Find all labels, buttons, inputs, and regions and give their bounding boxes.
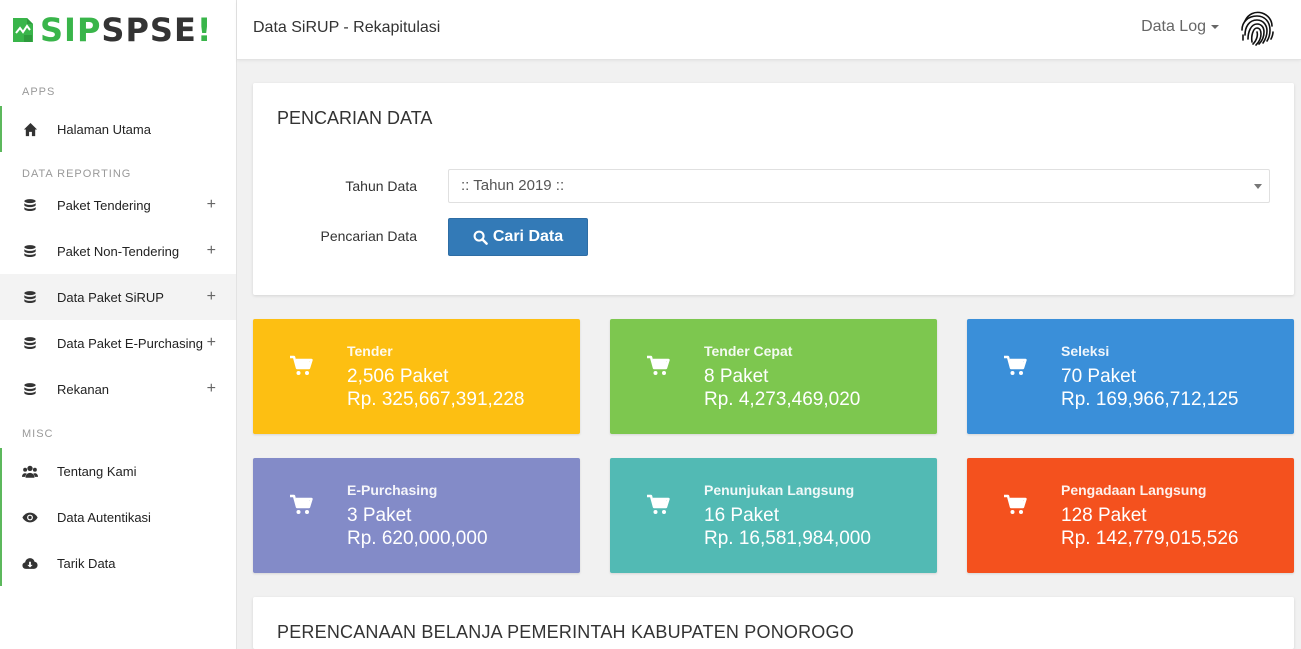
database-icon <box>22 243 38 259</box>
brand-spse: SPSE <box>101 11 197 49</box>
tile-title: Pengadaan Langsung <box>1061 482 1207 498</box>
data-log-label: Data Log <box>1141 18 1206 35</box>
cloud-download-icon <box>22 555 38 571</box>
tile-penunjukan-langsung[interactable]: Penunjukan Langsung 16 Paket Rp. 16,581,… <box>610 458 937 573</box>
brand-logo[interactable]: SIPSPSE! <box>0 0 236 60</box>
sidebar-item-label: Paket Tendering <box>57 197 151 213</box>
caret-down-icon <box>1211 24 1219 29</box>
section-label-apps: APPS <box>22 86 56 98</box>
tile-amount: Rp. 169,966,712,125 <box>1061 389 1239 410</box>
sidebar-item-paket-tendering[interactable]: Paket Tendering + <box>0 182 236 228</box>
sidebar-item-label: Data Paket SiRUP <box>57 289 164 305</box>
sidebar-item-label: Halaman Utama <box>57 121 151 137</box>
cart-icon <box>1004 494 1027 514</box>
sidebar-item-label: Data Paket E-Purchasing <box>57 335 203 351</box>
tile-amount: Rp. 4,273,469,020 <box>704 389 861 410</box>
tile-pengadaan-langsung[interactable]: Pengadaan Langsung 128 Paket Rp. 142,779… <box>967 458 1294 573</box>
database-icon <box>22 381 38 397</box>
tile-paket-count: 16 Paket <box>704 505 779 526</box>
database-icon <box>22 197 38 213</box>
tile-amount: Rp. 142,779,015,526 <box>1061 528 1239 549</box>
year-select-value: :: Tahun 2019 :: <box>461 177 565 194</box>
tile-title: Tender <box>347 343 393 359</box>
search-icon <box>473 230 488 245</box>
sidebar-item-halaman-utama[interactable]: Halaman Utama <box>0 106 236 152</box>
cart-icon <box>647 355 670 375</box>
database-icon <box>22 289 38 305</box>
sidebar-item-paket-non-tendering[interactable]: Paket Non-Tendering + <box>0 228 236 274</box>
sidebar-item-tarik-data[interactable]: Tarik Data <box>0 540 236 586</box>
tile-amount: Rp. 16,581,984,000 <box>704 528 871 549</box>
tile-title: E-Purchasing <box>347 482 438 498</box>
tile-paket-count: 2,506 Paket <box>347 366 449 387</box>
tile-paket-count: 70 Paket <box>1061 366 1136 387</box>
page-title: Data SiRUP - Rekapitulasi <box>253 19 441 36</box>
search-label: Pencarian Data <box>320 228 417 244</box>
search-panel: PENCARIAN DATA Tahun Data :: Tahun 2019 … <box>253 83 1294 295</box>
nav-group-misc: Tentang Kami Data Autentikasi Tarik Data <box>0 448 236 586</box>
expand-icon[interactable]: + <box>207 380 216 398</box>
planning-panel: PERENCANAAN BELANJA PEMERINTAH KABUPATEN… <box>253 597 1294 649</box>
chevron-down-icon <box>1254 184 1262 189</box>
sidebar-item-data-paket-e-purchasing[interactable]: Data Paket E-Purchasing + <box>0 320 236 366</box>
tile-title: Tender Cepat <box>704 343 793 359</box>
fingerprint-icon[interactable] <box>1237 8 1277 48</box>
search-button[interactable]: Cari Data <box>448 218 588 256</box>
nav-group-data-reporting: Paket Tendering + Paket Non-Tendering + … <box>0 182 236 412</box>
planning-panel-title: PERENCANAAN BELANJA PEMERINTAH KABUPATEN… <box>277 622 854 642</box>
expand-icon[interactable]: + <box>207 242 216 260</box>
tile-paket-count: 128 Paket <box>1061 505 1147 526</box>
cart-icon <box>290 355 313 375</box>
data-log-dropdown[interactable]: Data Log <box>1141 18 1219 36</box>
search-panel-title: PENCARIAN DATA <box>277 108 433 128</box>
sidebar-item-data-paket-sirup[interactable]: Data Paket SiRUP + <box>0 274 236 320</box>
nav-group-apps: Halaman Utama <box>0 106 236 152</box>
cart-icon <box>290 494 313 514</box>
top-bar: Data SiRUP - Rekapitulasi Data Log <box>237 0 1301 60</box>
sidebar-item-tentang-kami[interactable]: Tentang Kami <box>0 448 236 494</box>
tile-amount: Rp. 325,667,391,228 <box>347 389 525 410</box>
tile-title: Seleksi <box>1061 343 1110 359</box>
home-icon <box>22 121 38 137</box>
sidebar: SIPSPSE! APPS Halaman Utama DATA REPORTI… <box>0 0 237 649</box>
sidebar-item-label: Tentang Kami <box>57 463 137 479</box>
cart-icon <box>647 494 670 514</box>
tile-amount: Rp. 620,000,000 <box>347 528 488 549</box>
logo-icon <box>13 18 33 42</box>
database-icon <box>22 335 38 351</box>
tile-tender[interactable]: Tender 2,506 Paket Rp. 325,667,391,228 <box>253 319 580 434</box>
brand-sip: SIP <box>40 11 102 49</box>
tile-tender-cepat[interactable]: Tender Cepat 8 Paket Rp. 4,273,469,020 <box>610 319 937 434</box>
expand-icon[interactable]: + <box>207 196 216 214</box>
tile-title: Penunjukan Langsung <box>704 482 855 498</box>
year-label: Tahun Data <box>345 178 417 194</box>
sidebar-item-label: Data Autentikasi <box>57 509 151 525</box>
tile-e-purchasing[interactable]: E-Purchasing 3 Paket Rp. 620,000,000 <box>253 458 580 573</box>
users-icon <box>22 463 38 479</box>
year-select[interactable]: :: Tahun 2019 :: <box>448 169 1270 203</box>
cart-icon <box>1004 355 1027 375</box>
sidebar-item-label: Paket Non-Tendering <box>57 243 180 259</box>
expand-icon[interactable]: + <box>207 288 216 306</box>
tile-seleksi[interactable]: Seleksi 70 Paket Rp. 169,966,712,125 <box>967 319 1294 434</box>
eye-icon <box>22 509 38 525</box>
brand-exclaim: ! <box>196 11 213 49</box>
section-label-data-reporting: DATA REPORTING <box>22 168 132 180</box>
section-label-misc: MISC <box>22 428 54 440</box>
brand-name: SIPSPSE! <box>40 14 212 46</box>
sidebar-item-label: Rekanan <box>57 381 110 397</box>
search-button-label: Cari Data <box>492 228 564 245</box>
sidebar-item-data-autentikasi[interactable]: Data Autentikasi <box>0 494 236 540</box>
tile-paket-count: 8 Paket <box>704 366 769 387</box>
sidebar-item-label: Tarik Data <box>57 555 116 571</box>
tile-paket-count: 3 Paket <box>347 505 412 526</box>
sidebar-item-rekanan[interactable]: Rekanan + <box>0 366 236 412</box>
expand-icon[interactable]: + <box>207 334 216 352</box>
